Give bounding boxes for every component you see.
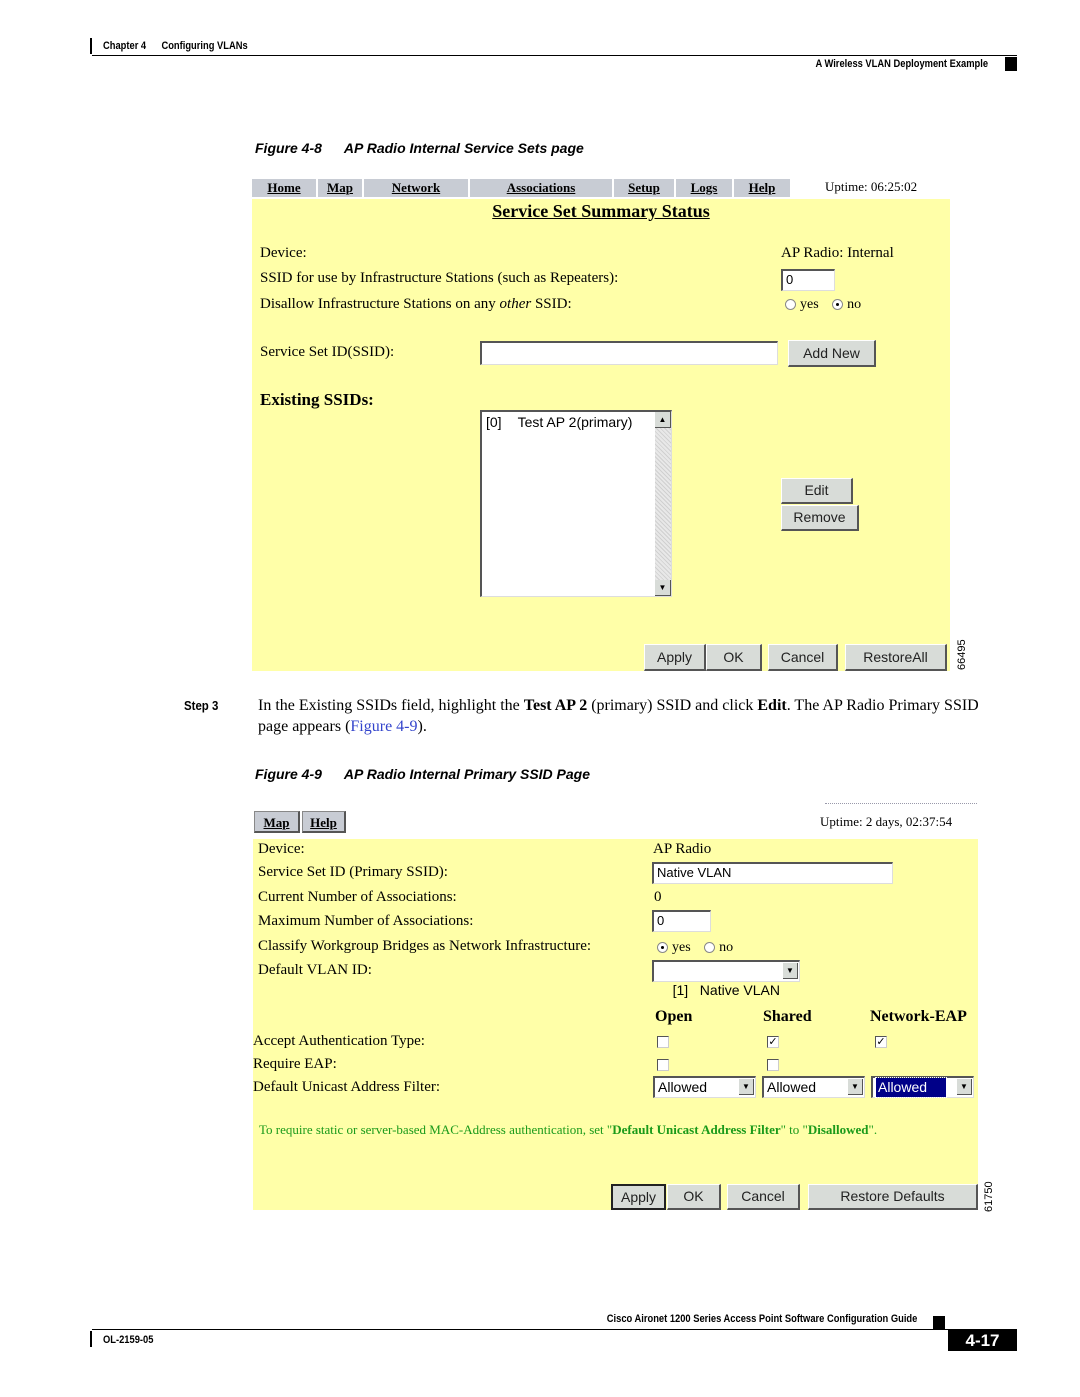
ssid-label: Service Set ID(SSID): — [260, 344, 395, 360]
infra-ssid-input[interactable]: 0 — [781, 269, 835, 291]
figure-9-caption: Figure 4-9 AP Radio Internal Primary SSID… — [255, 766, 591, 782]
disallow-no-radio[interactable] — [832, 299, 844, 311]
require-eap-shared-checkbox[interactable] — [767, 1059, 779, 1071]
device-value: AP Radio: Internal — [781, 245, 894, 261]
footer-marker — [933, 1316, 945, 1330]
max-associations-label: Maximum Number of Associations: — [258, 913, 474, 929]
unicast-filter-shared-select[interactable]: Allowed ▼ — [762, 1076, 865, 1098]
unicast-filter-network-eap-select[interactable]: Allowed ▼ — [871, 1076, 974, 1098]
ssid-input[interactable] — [480, 341, 778, 365]
nav-map[interactable]: Map — [318, 179, 364, 197]
restore-all-button[interactable]: RestoreAll — [845, 644, 947, 671]
classify-no-radio[interactable] — [704, 942, 716, 954]
listbox-scrollbar[interactable]: ▲ ▼ — [655, 412, 671, 596]
chapter-label: Chapter 4 — [103, 40, 147, 52]
list-item[interactable]: [0] Test AP 2(primary) — [482, 412, 671, 432]
disallow-radio-group: yes no — [785, 297, 861, 313]
classify-radio-group: yes no — [657, 940, 733, 956]
unicast-filter-label: Default Unicast Address Filter: — [253, 1079, 441, 1095]
apply-button[interactable]: Apply — [644, 644, 706, 671]
accept-auth-label: Accept Authentication Type: — [253, 1033, 425, 1049]
chapter-heading: Chapter 4 Configuring VLANs — [103, 40, 248, 52]
nav-associations[interactable]: Associations — [470, 179, 614, 197]
disallow-label: Disallow Infrastructure Stations on any … — [260, 296, 572, 312]
col-network-eap: Network-EAP — [870, 1008, 967, 1025]
require-eap-open-checkbox[interactable] — [657, 1059, 669, 1071]
footer-bar — [90, 1331, 92, 1347]
chapter-title: Configuring VLANs — [161, 40, 248, 52]
ok-button[interactable]: OK — [667, 1184, 721, 1210]
figure-8-navbar: Home Map Network Associations Setup Logs… — [252, 179, 792, 197]
nav-map[interactable]: Map — [254, 811, 300, 833]
col-shared: Shared — [763, 1008, 812, 1025]
nav-home[interactable]: Home — [252, 179, 318, 197]
current-associations-value: 0 — [654, 889, 662, 905]
edit-button[interactable]: Edit — [781, 478, 853, 504]
figure-8-id: 66495 — [956, 639, 968, 670]
apply-button[interactable]: Apply — [611, 1184, 666, 1210]
add-new-button[interactable]: Add New — [788, 340, 876, 367]
device-label: Device: — [260, 245, 307, 261]
doc-number: OL-2159-05 — [103, 1334, 154, 1346]
existing-ssids-listbox[interactable]: [0] Test AP 2(primary) ▲ ▼ — [480, 410, 672, 597]
max-associations-input[interactable]: 0 — [652, 910, 711, 932]
accept-network-eap-checkbox[interactable]: ✓ — [875, 1036, 887, 1048]
dropdown-arrow-icon[interactable]: ▼ — [739, 1079, 754, 1095]
footer-rule — [92, 1329, 1017, 1330]
dropdown-arrow-icon[interactable]: ▼ — [848, 1079, 863, 1095]
step-label: Step 3 — [184, 698, 219, 713]
figure-9-id: 61750 — [983, 1181, 995, 1212]
dropdown-arrow-icon[interactable]: ▼ — [957, 1079, 972, 1095]
figure-4-9-link[interactable]: Figure 4-9 — [350, 718, 417, 735]
ok-button[interactable]: OK — [706, 644, 762, 671]
figure-8-panel: Service Set Summary Status Device: AP Ra… — [252, 199, 950, 671]
nav-logs[interactable]: Logs — [676, 179, 734, 197]
existing-ssids-label: Existing SSIDs: — [260, 390, 374, 409]
accept-open-checkbox[interactable] — [657, 1036, 669, 1048]
scroll-down-icon[interactable]: ▼ — [655, 580, 671, 596]
cancel-button[interactable]: Cancel — [727, 1184, 800, 1210]
default-vlan-select[interactable]: [1] Native VLAN ▼ — [652, 960, 800, 998]
header-marker — [1005, 57, 1017, 71]
accept-shared-checkbox[interactable]: ✓ — [767, 1036, 779, 1048]
unicast-filter-open-select[interactable]: Allowed ▼ — [653, 1076, 756, 1098]
figure-8-uptime: Uptime: 06:25:02 — [825, 179, 918, 194]
header-rule — [92, 55, 1017, 56]
page-number: 4-17 — [948, 1330, 1017, 1351]
figure-9-uptime: Uptime: 2 days, 02:37:54 — [820, 814, 953, 829]
scroll-up-icon[interactable]: ▲ — [655, 412, 671, 428]
figure-9-navbar: Map Help — [254, 811, 346, 833]
nav-help[interactable]: Help — [302, 811, 346, 833]
infra-ssid-label: SSID for use by Infrastructure Stations … — [260, 270, 619, 286]
nav-help[interactable]: Help — [734, 179, 792, 197]
service-set-title: Service Set Summary Status — [492, 201, 710, 221]
primary-ssid-input[interactable]: Native VLAN — [652, 862, 893, 884]
classify-wgb-label: Classify Workgroup Bridges as Network In… — [258, 938, 592, 954]
restore-defaults-button[interactable]: Restore Defaults — [808, 1184, 978, 1210]
nav-network[interactable]: Network — [364, 179, 470, 197]
require-eap-label: Require EAP: — [253, 1056, 337, 1072]
remove-button[interactable]: Remove — [781, 505, 859, 531]
current-associations-label: Current Number of Associations: — [258, 889, 457, 905]
figure-8-caption: Figure 4-8 AP Radio Internal Service Sets… — [255, 140, 584, 156]
primary-ssid-label: Service Set ID (Primary SSID): — [258, 864, 448, 880]
cancel-button[interactable]: Cancel — [768, 644, 838, 671]
device-label: Device: — [258, 841, 305, 857]
default-vlan-label: Default VLAN ID: — [258, 962, 372, 978]
mac-auth-note: To require static or server-based MAC-Ad… — [259, 1122, 878, 1137]
figure-9-top-rule — [825, 803, 977, 804]
step-text: In the Existing SSIDs field, highlight t… — [258, 697, 979, 735]
guide-title: Cisco Aironet 1200 Series Access Point S… — [606, 1313, 917, 1325]
section-title: A Wireless VLAN Deployment Example — [815, 58, 988, 70]
disallow-yes-radio[interactable] — [785, 299, 796, 311]
device-value: AP Radio — [653, 841, 712, 857]
figure-9-panel: Device: AP Radio Service Set ID (Primary… — [253, 839, 978, 1210]
dropdown-arrow-icon[interactable]: ▼ — [783, 963, 798, 979]
nav-setup[interactable]: Setup — [614, 179, 676, 197]
col-open: Open — [655, 1008, 693, 1025]
classify-yes-radio[interactable] — [657, 942, 668, 954]
header-bar — [90, 38, 92, 54]
